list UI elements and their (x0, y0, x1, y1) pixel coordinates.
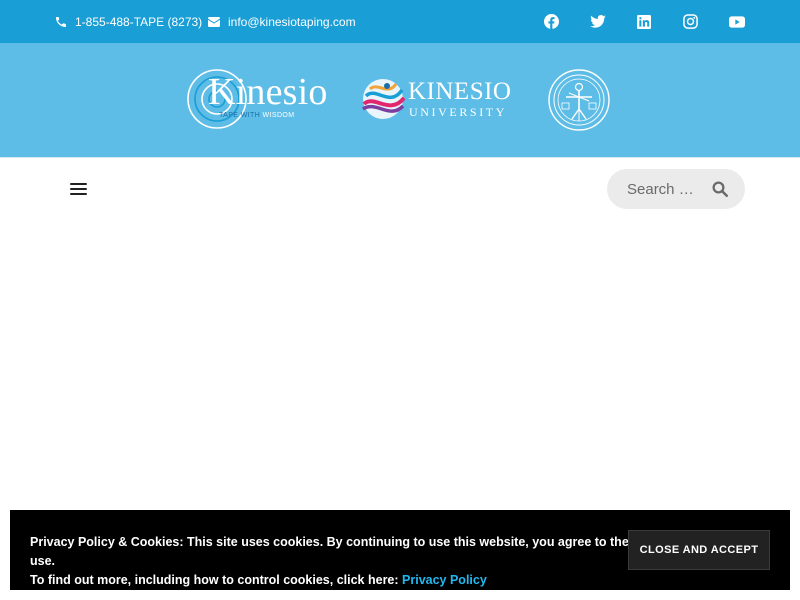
email-address[interactable]: info@kinesiotaping.com (228, 15, 356, 29)
search-box (607, 169, 745, 209)
phone-contact[interactable]: 1-855-488-TAPE (8273) (55, 0, 202, 43)
menu-toggle-icon[interactable] (70, 183, 87, 195)
university-subtitle: UNIVERSITY (409, 105, 507, 119)
cookie-line-1: Privacy Policy & Cookies: This site uses… (30, 535, 638, 568)
kinesio-wordmark: Kinesio (208, 71, 328, 113)
phone-number[interactable]: 1-855-488-TAPE (8273) (75, 15, 202, 29)
kinesio-tagline: TAPE WITH WISDOM (219, 112, 295, 119)
kinesio-university-logo[interactable]: KINESIO UNIVERSITY (360, 76, 520, 122)
cookie-line-2: To find out more, including how to contr… (30, 573, 487, 587)
search-icon[interactable] (711, 180, 729, 198)
globe-icon (362, 79, 406, 119)
privacy-policy-link[interactable]: Privacy Policy (402, 573, 487, 587)
seal-logo[interactable] (548, 69, 610, 131)
envelope-icon (208, 16, 220, 27)
close-and-accept-button[interactable]: CLOSE AND ACCEPT (628, 530, 770, 570)
main-nav-bar (0, 159, 800, 219)
cookie-message: Privacy Policy & Cookies: This site uses… (30, 533, 640, 590)
youtube-icon[interactable] (729, 0, 745, 43)
logo-banner: Kinesio TAPE WITH WISDOM KINESIO UNIVERS… (0, 43, 800, 158)
facebook-icon[interactable] (543, 0, 559, 43)
email-contact[interactable]: info@kinesiotaping.com (208, 0, 356, 43)
instagram-icon[interactable] (682, 0, 698, 43)
kinesio-logo[interactable]: Kinesio TAPE WITH WISDOM (186, 68, 336, 130)
twitter-icon[interactable] (590, 0, 606, 43)
linkedin-icon[interactable] (636, 0, 652, 43)
seal-emblem-icon (548, 69, 610, 131)
top-contact-bar: 1-855-488-TAPE (8273) info@kinesiotaping… (0, 0, 800, 43)
phone-icon (56, 16, 66, 27)
cookie-banner: Privacy Policy & Cookies: This site uses… (10, 510, 790, 590)
university-title: KINESIO (408, 78, 512, 105)
search-input[interactable] (627, 179, 697, 199)
